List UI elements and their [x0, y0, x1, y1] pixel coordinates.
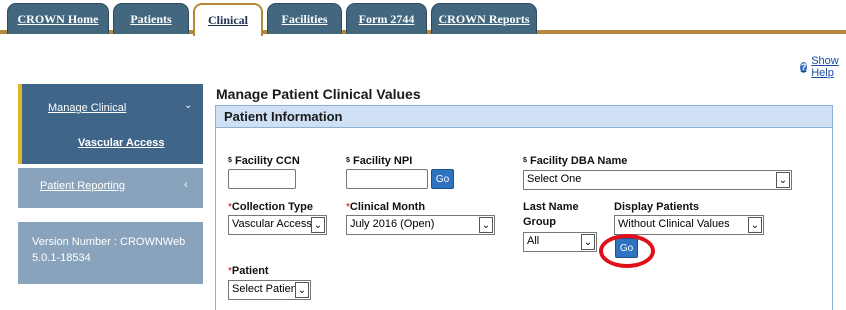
last-name-group-value: All — [527, 235, 540, 247]
collection-type-label: *Collection Type — [228, 201, 313, 213]
collection-type-select[interactable]: Vascular Access ⌄ — [228, 215, 327, 235]
last-name-group-label: Last Name Group — [523, 201, 579, 228]
tab-form-2744[interactable]: Form 2744 — [346, 3, 427, 34]
chevron-down-icon[interactable]: ⌄ — [184, 100, 192, 111]
display-patients-label: Display Patients — [614, 201, 699, 213]
patient-label: *Patient — [228, 265, 269, 277]
chevron-down-icon: ⌄ — [479, 217, 493, 233]
display-patients-go-button[interactable]: Go — [615, 238, 638, 258]
sidebar-item-patient-reporting[interactable]: Patient Reporting — [40, 180, 125, 192]
display-patients-select[interactable]: Without Clinical Values ⌄ — [614, 215, 764, 235]
page-title: Manage Patient Clinical Values — [216, 86, 421, 102]
clinical-month-label: *Clinical Month — [346, 201, 426, 213]
top-nav-bar: CROWN Home Patients Clinical Facilities … — [0, 0, 846, 36]
last-name-group-select[interactable]: All ⌄ — [523, 232, 597, 252]
facility-ccn-input[interactable] — [228, 169, 296, 189]
help-icon: ? — [800, 61, 808, 73]
chevron-down-icon: ⌄ — [295, 282, 309, 298]
version-line-2: 5.0.1-18534 — [32, 252, 91, 264]
patient-value: Select Patient — [232, 283, 300, 295]
tab-patients[interactable]: Patients — [113, 3, 189, 34]
sidebar-item-manage-clinical[interactable]: Manage Clinical — [48, 102, 126, 114]
display-patients-value: Without Clinical Values — [618, 218, 730, 230]
sidebar-section-patient-reporting[interactable]: Patient Reporting ‹ — [18, 168, 203, 208]
collection-type-value: Vascular Access — [232, 218, 312, 230]
sidebar-item-vascular-access[interactable]: Vascular Access — [78, 137, 164, 149]
chevron-down-icon: ⌄ — [748, 217, 762, 233]
sidebar-section-manage-clinical: Manage Clinical ⌄ Vascular Access — [18, 84, 203, 164]
tab-crown-reports[interactable]: CROWN Reports — [431, 3, 537, 34]
chevron-left-icon[interactable]: ‹ — [184, 179, 188, 191]
version-info: Version Number : CROWNWeb 5.0.1-18534 — [18, 222, 203, 284]
chevron-down-icon: ⌄ — [776, 172, 790, 188]
chevron-down-icon: ⌄ — [311, 217, 325, 233]
version-line-1: Version Number : CROWNWeb — [32, 236, 186, 248]
clinical-month-value: July 2016 (Open) — [350, 218, 435, 230]
tab-clinical[interactable]: Clinical — [193, 3, 263, 36]
facility-dba-select[interactable]: Select One ⌄ — [523, 170, 792, 190]
show-help-label: Show Help — [811, 55, 839, 79]
show-help-link[interactable]: ? Show Help — [800, 55, 846, 79]
tab-crown-home[interactable]: CROWN Home — [7, 3, 109, 34]
facility-npi-go-button[interactable]: Go — [431, 169, 454, 189]
facility-dba-label: $ Facility DBA Name — [523, 155, 628, 167]
tab-facilities[interactable]: Facilities — [267, 3, 342, 34]
facility-npi-input[interactable] — [346, 169, 428, 189]
facility-npi-label: $ Facility NPI — [346, 155, 413, 167]
clinical-month-select[interactable]: July 2016 (Open) ⌄ — [346, 215, 495, 235]
panel-title: Patient Information — [216, 106, 832, 128]
patient-select[interactable]: Select Patient ⌄ — [228, 280, 311, 300]
facility-dba-value: Select One — [527, 173, 582, 185]
chevron-down-icon: ⌄ — [581, 234, 595, 250]
facility-ccn-label: $ Facility CCN — [228, 155, 300, 167]
